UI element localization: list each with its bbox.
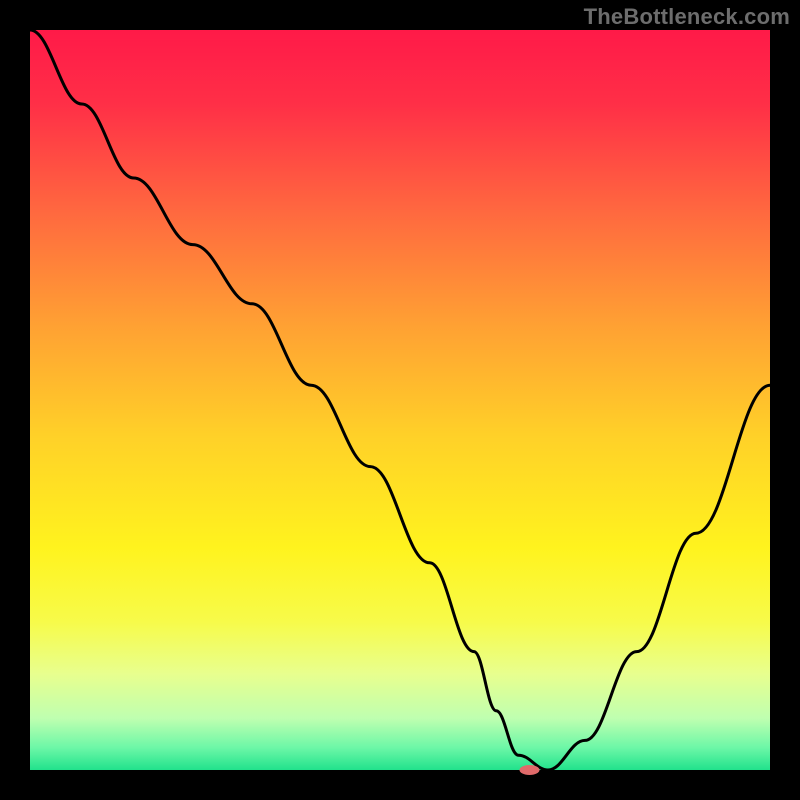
chart-container: { "watermark": "TheBottleneck.com", "cha… bbox=[0, 0, 800, 800]
plot-background bbox=[30, 30, 770, 770]
bottleneck-chart bbox=[0, 0, 800, 800]
optimal-marker bbox=[520, 765, 540, 775]
watermark-text: TheBottleneck.com bbox=[584, 4, 790, 30]
